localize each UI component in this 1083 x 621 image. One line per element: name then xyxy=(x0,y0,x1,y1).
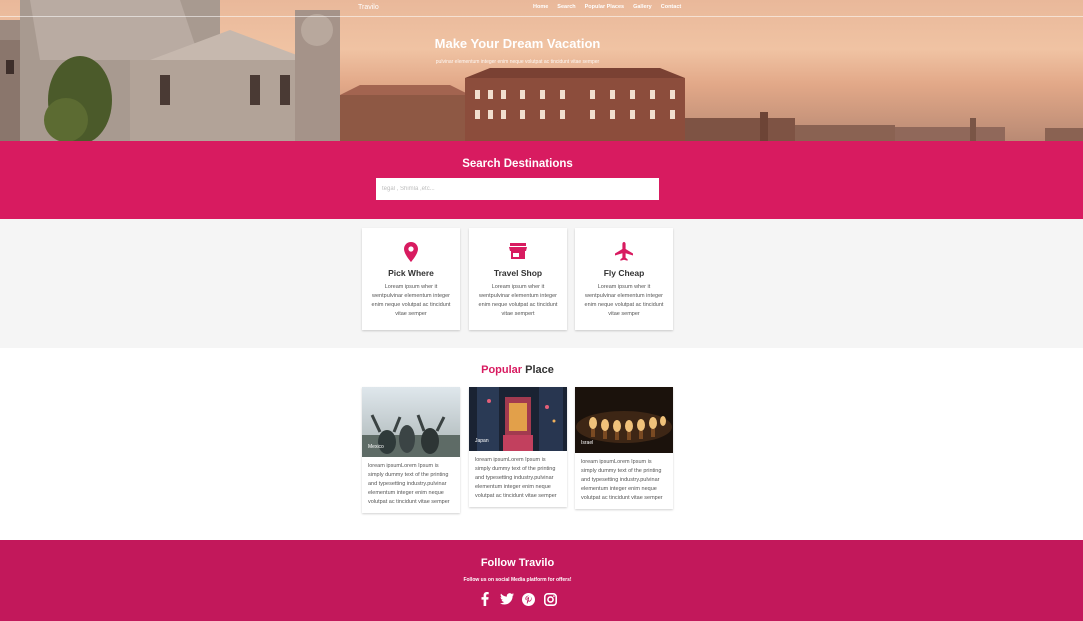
hero-city-image xyxy=(0,0,1083,141)
feature-card-travel-shop: Travel Shop Loream ipsum wher it wentpul… xyxy=(469,228,567,330)
pinterest-icon[interactable] xyxy=(522,592,536,606)
popular-place-heading: Popular Place xyxy=(0,364,1035,376)
nav-links: Home Search Popular Places Gallery Conta… xyxy=(533,4,681,10)
facebook-icon[interactable] xyxy=(478,592,492,606)
feature-card-pick-where: Pick Where Loream ipsum wher it wentpulv… xyxy=(362,228,460,330)
social-links xyxy=(0,592,1035,606)
place-name: Mexico xyxy=(368,444,384,450)
nav-link-gallery[interactable]: Gallery xyxy=(633,4,652,10)
features-section: Pick Where Loream ipsum wher it wentpulv… xyxy=(0,219,1083,348)
popular-heading-rest: Place xyxy=(522,364,554,376)
nav-link-home[interactable]: Home xyxy=(533,4,548,10)
nav-link-search[interactable]: Search xyxy=(557,4,575,10)
nav-link-popular-places[interactable]: Popular Places xyxy=(585,4,624,10)
hero-title: Make Your Dream Vacation xyxy=(434,36,601,51)
brand-logo[interactable]: Travilo xyxy=(358,4,379,11)
place-description: loream ipsumLorem Ipsum is simply dummy … xyxy=(475,457,557,499)
nav-link-contact[interactable]: Contact xyxy=(661,4,681,10)
place-name: Israel xyxy=(581,440,594,446)
place-card-mexico[interactable]: Mexico loream ipsumLorem Ipsum is simply… xyxy=(362,387,460,513)
feature-description: Loream ipsum wher it wentpulvinar elemen… xyxy=(584,284,664,317)
store-icon xyxy=(469,242,567,264)
feature-card-fly-cheap: Fly Cheap Loream ipsum wher it wentpulvi… xyxy=(575,228,673,330)
search-section: Search Destinations xyxy=(0,141,1083,219)
hero-subtitle: pulvinar elementum integer enim neque vo… xyxy=(435,59,600,65)
place-name: Japan xyxy=(475,438,489,444)
hero-banner: Travilo Home Search Popular Places Galle… xyxy=(0,0,1083,141)
footer-subtitle: Follow us on social Media platform for o… xyxy=(463,577,572,583)
place-image-israel: Israel xyxy=(575,387,673,453)
location-pin-icon xyxy=(362,242,460,264)
popular-heading-accent: Popular xyxy=(481,364,523,376)
search-title: Search Destinations xyxy=(462,158,573,170)
feature-title: Fly Cheap xyxy=(603,268,645,278)
place-description: loream ipsumLorem Ipsum is simply dummy … xyxy=(581,459,663,501)
footer: Follow Travilo Follow us on social Media… xyxy=(0,540,1083,621)
destination-search-input[interactable] xyxy=(376,178,659,200)
feature-title: Travel Shop xyxy=(493,268,543,278)
feature-title: Pick Where xyxy=(388,268,434,278)
place-image-mexico: Mexico xyxy=(362,387,460,457)
footer-title: Follow Travilo xyxy=(480,557,555,569)
airplane-icon xyxy=(575,242,673,264)
place-image-japan: Japan xyxy=(469,387,567,451)
feature-description: Loream ipsum wher it wentpulvinar elemen… xyxy=(478,284,558,317)
instagram-icon[interactable] xyxy=(544,592,558,606)
top-navbar: Travilo Home Search Popular Places Galle… xyxy=(0,0,1083,17)
twitter-icon[interactable] xyxy=(499,592,514,606)
place-description: loream ipsumLorem Ipsum is simply dummy … xyxy=(368,463,450,505)
feature-description: Loream ipsum wher it wentpulvinar elemen… xyxy=(371,284,451,317)
place-card-israel[interactable]: Israel loream ipsumLorem Ipsum is simply… xyxy=(575,387,673,509)
place-card-japan[interactable]: Japan loream ipsumLorem Ipsum is simply … xyxy=(469,387,567,507)
